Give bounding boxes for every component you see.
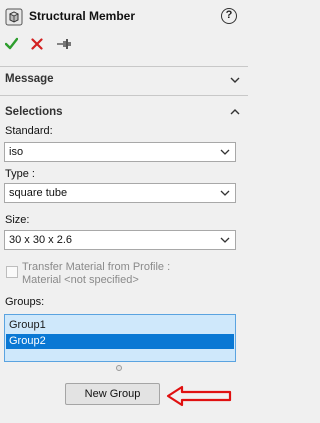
transfer-material-checkbox[interactable] [6,266,18,278]
chevron-down-icon [220,237,230,243]
size-select[interactable]: 30 x 30 x 2.6 [4,230,236,250]
standard-label: Standard: [5,125,53,137]
message-section-title[interactable]: Message [5,73,54,85]
selections-section-title[interactable]: Selections [5,106,63,118]
x-icon[interactable] [31,38,43,50]
standard-select[interactable]: iso [4,142,236,162]
list-resize-handle[interactable] [116,365,122,371]
list-item-selected[interactable]: Group2 [6,334,234,349]
pushpin-icon[interactable] [56,37,72,51]
material-status-label: Material <not specified> [22,274,139,286]
annotation-arrow-icon [166,385,232,407]
size-label: Size: [5,214,30,226]
structural-member-icon [5,8,23,26]
transfer-material-label: Transfer Material from Profile : [22,261,171,273]
chevron-down-icon [220,149,230,155]
panel-title: Structural Member [29,9,136,23]
help-icon[interactable]: ? [221,8,237,24]
groups-list[interactable]: Group1 Group2 [4,314,236,362]
size-value: 30 x 30 x 2.6 [9,234,72,246]
chevron-up-icon[interactable] [230,107,240,117]
chevron-down-icon [220,190,230,196]
type-value: square tube [9,187,68,199]
chevron-down-icon[interactable] [230,75,240,85]
property-manager-panel: Structural Member ? Message Selections S… [0,0,248,423]
divider [0,66,248,67]
panel-header: Structural Member ? [0,0,248,60]
type-select[interactable]: square tube [4,183,236,203]
standard-value: iso [9,146,24,158]
divider [0,95,248,96]
checkmark-icon[interactable] [5,37,18,50]
type-label: Type : [5,168,35,180]
groups-label: Groups: [5,296,45,308]
new-group-button[interactable]: New Group [65,383,160,405]
list-item[interactable]: Group1 [6,318,234,333]
